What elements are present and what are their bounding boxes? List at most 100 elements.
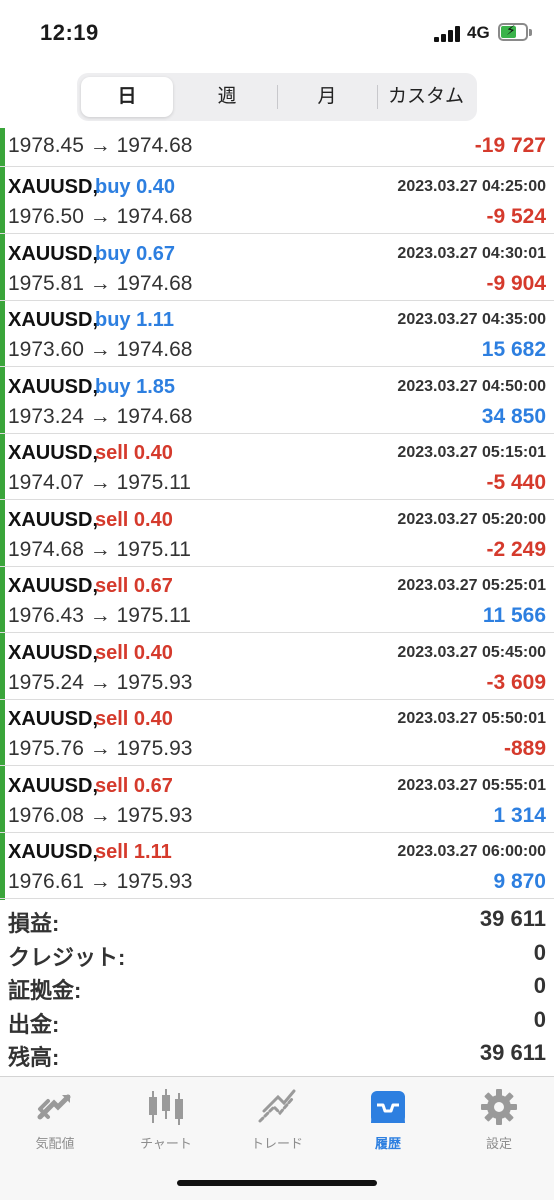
- trade-row[interactable]: XAUUSD, buy 1.11 2023.03.27 04:35:00 1973.6…: [0, 300, 554, 367]
- battery-charging-icon: ⚡: [498, 22, 532, 41]
- summary-label: 損益:: [8, 911, 60, 936]
- trade-time: 2023.03.27 05:20:00: [397, 510, 546, 528]
- trade-row[interactable]: XAUUSD, sell 1.11 2023.03.27 06:00:00 1976.…: [0, 832, 554, 899]
- trade-symbol: XAUUSD,: [8, 176, 99, 198]
- trade-profit: -3 609: [486, 670, 546, 694]
- trade-profit: 15 682: [481, 338, 546, 361]
- trade-profit: 9 870: [493, 870, 546, 893]
- trade-symbol: XAUUSD,: [8, 575, 99, 597]
- network-type: 4G: [467, 23, 490, 42]
- summary-row-withdrawal: 出金: 0: [0, 1003, 554, 1037]
- trade-profit: 11 566: [482, 604, 546, 627]
- trade-row[interactable]: XAUUSD, buy 0.40 2023.03.27 04:25:00 1976.5…: [0, 167, 554, 234]
- summary-value: 39 611: [479, 1040, 546, 1065]
- summary-label: クレジット:: [8, 944, 126, 970]
- trade-side-volume: sell 1.11: [95, 841, 172, 863]
- segment-month[interactable]: 月: [278, 77, 376, 117]
- trade-symbol: XAUUSD,: [8, 442, 99, 464]
- quotes-icon: [37, 1094, 71, 1120]
- trade-row[interactable]: XAUUSD, sell 0.40 2023.03.27 05:50:01 1975.…: [0, 699, 554, 766]
- trade-profit: -19 727: [474, 134, 546, 157]
- trade-prices: 1973.60 → 1974.68: [8, 338, 193, 361]
- summary-row-profit: 損益: 39 611: [0, 902, 554, 936]
- trade-prices: 1975.24 → 1975.93: [8, 670, 193, 694]
- trade-prices: 1975.81 → 1974.68: [8, 271, 193, 295]
- trade-prices: 1975.76 → 1975.93: [8, 737, 193, 760]
- summary-label: 出金:: [8, 1011, 60, 1037]
- trade-time: 2023.03.27 06:00:00: [397, 843, 546, 860]
- period-segmented-control: 日 週 月 カスタム: [77, 73, 477, 121]
- trade-prices: 1976.43 → 1975.11: [8, 604, 191, 627]
- segment-week[interactable]: 週: [177, 77, 277, 117]
- trade-row[interactable]: XAUUSD, sell 0.67 2023.03.27 05:25:01 1976.…: [0, 566, 554, 633]
- trade-prices: 1974.68 → 1975.11: [8, 537, 191, 561]
- tab-history[interactable]: 履歴: [343, 1087, 433, 1152]
- trade-time: 2023.03.27 04:50:00: [397, 377, 546, 395]
- trade-icon: [258, 1089, 296, 1123]
- trade-prices: 1976.50 → 1974.68: [8, 205, 193, 228]
- trade-symbol: XAUUSD,: [8, 841, 99, 863]
- tab-chart-label: チャート: [140, 1136, 192, 1151]
- trade-side-volume: sell 0.40: [95, 442, 173, 464]
- trade-symbol: XAUUSD,: [8, 309, 99, 331]
- segment-custom[interactable]: カスタム: [378, 77, 474, 117]
- trade-side-volume: sell 0.40: [95, 708, 173, 730]
- chart-icon: [149, 1089, 183, 1125]
- trade-prices: 1978.45 → 1974.68: [8, 134, 193, 157]
- trade-symbol: XAUUSD,: [8, 774, 99, 797]
- trade-row[interactable]: XAUUSD, sell 0.40 2023.03.27 05:45:00 1975.…: [0, 633, 554, 700]
- trade-symbol: XAUUSD,: [8, 508, 99, 531]
- tab-quotes[interactable]: 気配値: [10, 1087, 100, 1152]
- trade-row[interactable]: XAUUSD, buy 1.85 2023.03.27 04:50:00 1973.2…: [0, 367, 554, 434]
- trade-time: 2023.03.27 05:15:01: [397, 444, 546, 461]
- trade-profit: -9 904: [486, 271, 546, 295]
- trade-profit: -9 524: [486, 205, 546, 228]
- trade-side-volume: sell 0.67: [95, 575, 173, 597]
- tab-settings[interactable]: 設定: [454, 1087, 544, 1152]
- segment-day[interactable]: 日: [81, 77, 173, 117]
- trade-profit: 1 314: [493, 803, 546, 827]
- trade-row[interactable]: XAUUSD, sell 0.40 2023.03.27 05:15:01 1974.…: [0, 433, 554, 500]
- tab-chart[interactable]: チャート: [121, 1087, 211, 1152]
- trade-prices: 1973.24 → 1974.68: [8, 404, 193, 428]
- status-bar: 12:19 4G ⚡: [0, 0, 554, 70]
- status-time: 12:19: [40, 20, 99, 45]
- trade-time: 2023.03.27 04:30:01: [397, 244, 546, 262]
- tab-trade-label: トレード: [250, 1136, 303, 1151]
- trade-profit: -5 440: [486, 471, 546, 494]
- trade-time: 2023.03.27 05:50:01: [397, 710, 546, 727]
- summary-row-credit: クレジット: 0: [0, 936, 554, 970]
- summary-value: 0: [533, 1006, 546, 1032]
- trade-prices: 1976.08 → 1975.93: [8, 803, 193, 827]
- trade-time: 2023.03.27 05:55:01: [397, 776, 546, 794]
- summary-value: 0: [533, 939, 546, 965]
- trade-symbol: XAUUSD,: [8, 641, 99, 664]
- partial-trade-row[interactable]: 1978.45 → 1974.68 -19 727: [0, 128, 554, 167]
- trade-symbol: XAUUSD,: [8, 242, 99, 265]
- trade-side-volume: sell 0.40: [95, 641, 173, 664]
- trade-side-volume: sell 0.40: [95, 508, 173, 531]
- trade-row[interactable]: XAUUSD, sell 0.67 2023.03.27 05:55:01 1976.…: [0, 766, 554, 833]
- trade-time: 2023.03.27 04:35:00: [397, 311, 546, 328]
- trade-side-volume: sell 0.67: [95, 774, 173, 797]
- trade-prices: 1976.61 → 1975.93: [8, 870, 193, 893]
- trade-side-volume: buy 1.11: [95, 309, 174, 331]
- trade-profit: -889: [503, 737, 546, 760]
- trade-symbol: XAUUSD,: [8, 708, 99, 730]
- trade-row[interactable]: XAUUSD, sell 0.40 2023.03.27 05:20:00 1974.…: [0, 500, 554, 567]
- trade-side-volume: buy 0.67: [95, 242, 176, 265]
- trade-row[interactable]: XAUUSD, buy 0.67 2023.03.27 04:30:01 1975.8…: [0, 234, 554, 301]
- summary-label: 証拠金:: [8, 978, 82, 1003]
- trade-symbol: XAUUSD,: [8, 375, 99, 398]
- trade-profit: -2 249: [486, 537, 546, 561]
- tab-trade[interactable]: トレード: [232, 1087, 322, 1152]
- trade-profit: 34 850: [481, 404, 546, 428]
- summary-value: 0: [533, 973, 546, 998]
- summary-row-margin: 証拠金: 0: [0, 969, 554, 1003]
- settings-icon: [481, 1089, 517, 1125]
- trade-time: 2023.03.27 05:45:00: [397, 643, 546, 661]
- tab-settings-label: 設定: [485, 1136, 512, 1151]
- history-icon: [371, 1091, 405, 1123]
- trade-prices: 1974.07 → 1975.11: [8, 471, 191, 494]
- summary-row-balance: 残高: 39 611: [0, 1036, 554, 1070]
